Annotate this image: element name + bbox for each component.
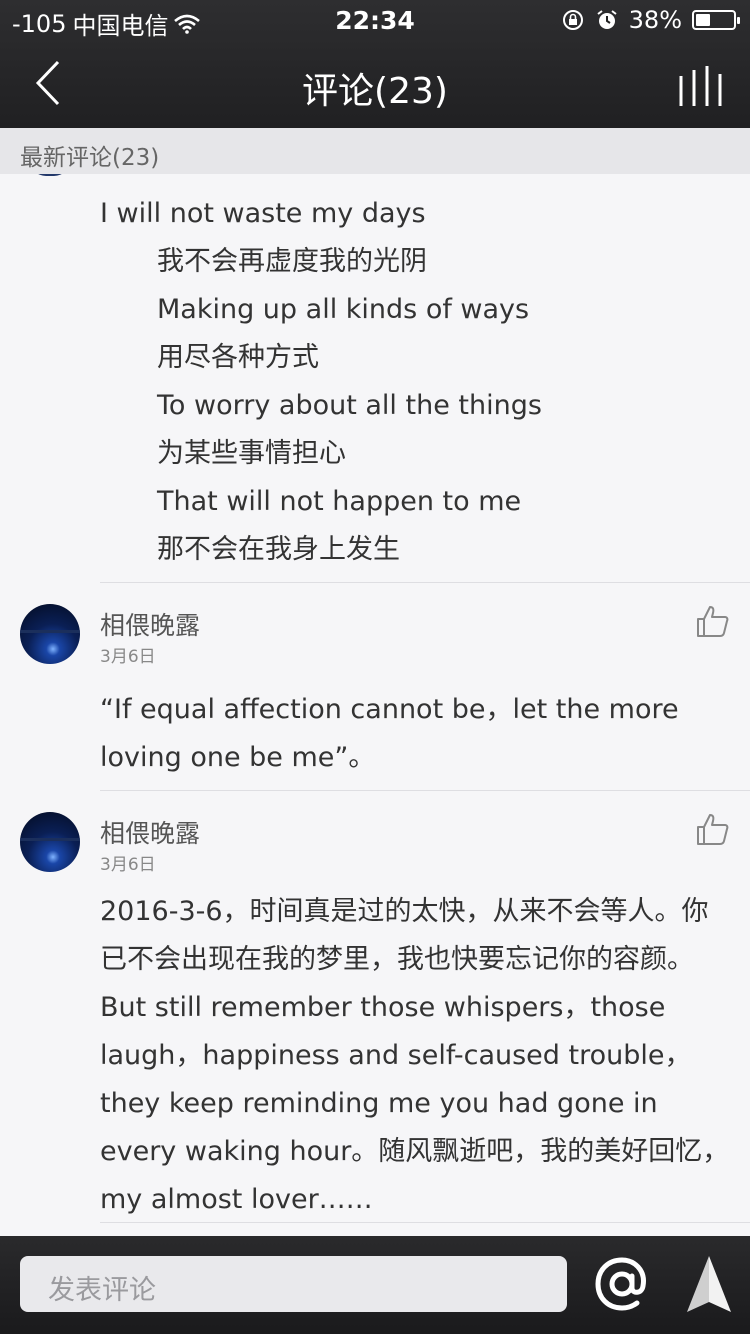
comment-text: I will not waste my days 我不会再虚度我的光阴 Maki… bbox=[100, 194, 740, 578]
comment-date: 3月6日 bbox=[100, 855, 156, 875]
avatar[interactable] bbox=[20, 812, 80, 872]
lyric-line: 那不会在我身上发生 bbox=[157, 534, 400, 565]
comment-date: 3月6日 bbox=[100, 647, 156, 667]
lyric-line: I will not waste my days bbox=[100, 198, 426, 229]
battery-icon bbox=[692, 10, 740, 30]
lyric-line: 我不会再虚度我的光阴 bbox=[157, 246, 427, 277]
lyric-line: 用尽各种方式 bbox=[157, 342, 319, 373]
comment-list[interactable]: I will not waste my days 我不会再虚度我的光阴 Maki… bbox=[0, 174, 750, 1236]
username[interactable]: 相偎晚露 bbox=[100, 606, 200, 642]
comment-composer: 发表评论 bbox=[0, 1236, 750, 1334]
comment-item: 相偎晚露 3月6日 “If equal affection cannot be，… bbox=[0, 604, 750, 790]
status-bar: -105 中国电信 22:34 38% bbox=[0, 0, 750, 40]
comment-text: 2016-3-6，时间真是过的太快，从来不会等人。你已不会出现在我的梦里，我也快… bbox=[100, 896, 730, 1215]
now-playing-button[interactable] bbox=[678, 66, 724, 106]
battery-level bbox=[696, 14, 710, 26]
orientation-lock-icon bbox=[562, 10, 583, 30]
like-button[interactable] bbox=[696, 604, 730, 638]
thumbs-up-icon bbox=[697, 606, 729, 637]
lyric-line: That will not happen to me bbox=[157, 486, 522, 517]
like-button[interactable] bbox=[696, 812, 730, 846]
lyric-line: 为某些事情担心 bbox=[157, 438, 346, 469]
mention-button[interactable] bbox=[594, 1256, 650, 1312]
send-button[interactable] bbox=[685, 1254, 733, 1314]
battery-percent: 38% bbox=[628, 6, 682, 34]
divider bbox=[100, 1222, 750, 1223]
send-icon bbox=[687, 1256, 731, 1312]
at-icon bbox=[595, 1257, 646, 1311]
equalizer-icon bbox=[679, 66, 722, 106]
comment-item: 相偎晚露 3月6日 2016-3-6，时间真是过的太快，从来不会等人。你已不会出… bbox=[0, 812, 750, 1222]
nav-bar: 评论(23) bbox=[0, 40, 750, 128]
top-bar: -105 中国电信 22:34 38% 评论(23) bbox=[0, 0, 750, 128]
divider bbox=[100, 790, 750, 791]
username[interactable]: 相偎晚露 bbox=[100, 814, 200, 850]
divider bbox=[100, 582, 750, 583]
comment-text: “If equal affection cannot be，let the mo… bbox=[100, 694, 679, 773]
thumbs-up-icon bbox=[697, 814, 729, 845]
avatar[interactable] bbox=[20, 604, 80, 664]
lyric-line: Making up all kinds of ways bbox=[157, 294, 530, 325]
section-header: 最新评论(23) bbox=[0, 128, 750, 174]
comment-input[interactable]: 发表评论 bbox=[20, 1256, 567, 1312]
avatar bbox=[30, 174, 70, 176]
alarm-icon bbox=[597, 10, 617, 29]
lyric-line: To worry about all the things bbox=[157, 390, 542, 421]
page-title: 评论(23) bbox=[302, 71, 448, 112]
